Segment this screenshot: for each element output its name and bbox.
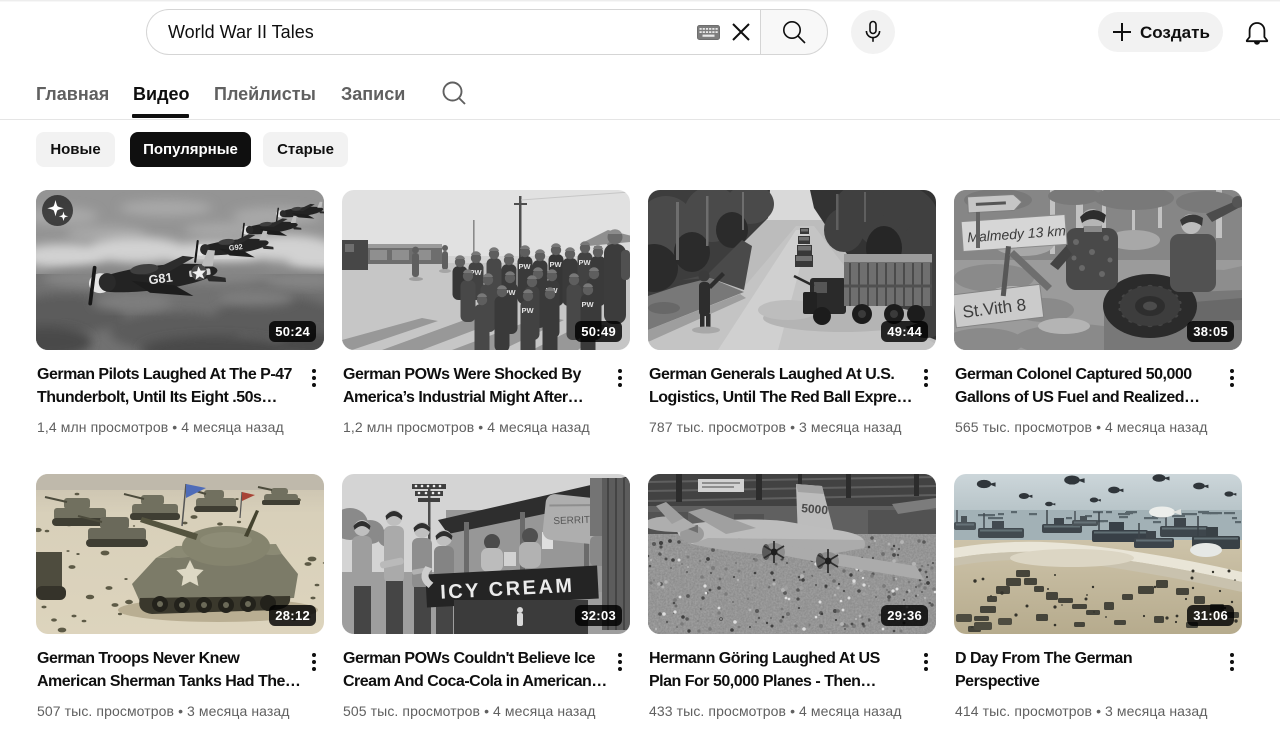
svg-text:PW: PW — [519, 262, 532, 271]
svg-text:G81: G81 — [148, 269, 174, 287]
svg-text:SERRITT: SERRITT — [553, 515, 596, 527]
svg-text:5000: 5000 — [801, 501, 829, 517]
svg-text:PW: PW — [550, 260, 563, 269]
svg-text:PW: PW — [522, 306, 535, 315]
svg-text:G92: G92 — [228, 242, 243, 253]
svg-text:PW: PW — [579, 258, 592, 267]
svg-text:PW: PW — [582, 300, 595, 309]
